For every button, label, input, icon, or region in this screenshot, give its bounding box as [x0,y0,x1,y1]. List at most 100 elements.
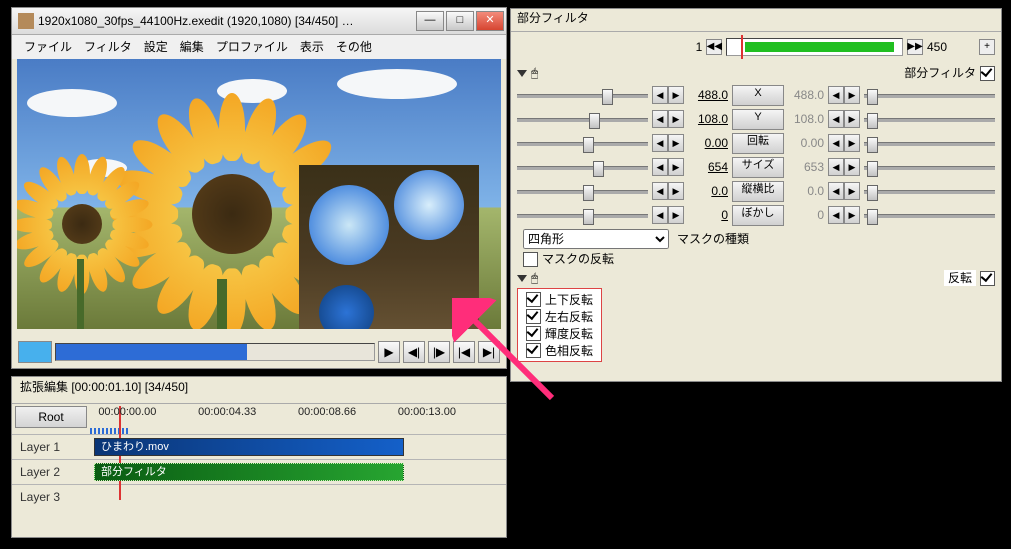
param-button[interactable]: Y [732,109,784,130]
layer-row-2: Layer 2 部分フィルタ [12,459,506,484]
nudge-right-icon[interactable]: ▶ [668,206,684,224]
clip-filter: 部分フィルタ [94,463,404,481]
minimize-button[interactable]: — [416,11,444,31]
slider-left[interactable] [517,86,648,104]
nudge-right-icon[interactable]: ▶ [844,158,860,176]
menu-file[interactable]: ファイル [20,40,76,54]
nudge-right-icon[interactable]: ▶ [668,182,684,200]
maximize-button[interactable]: □ [446,11,474,31]
check-ud[interactable] [526,292,541,307]
param-value2: 488.0 [788,88,824,102]
menu-view[interactable]: 表示 [296,40,328,54]
current-frame: 1 [696,40,703,54]
menu-settings[interactable]: 設定 [140,40,172,54]
layer-label[interactable]: Layer 2 [12,465,94,479]
nudge-right-icon[interactable]: ▶ [844,182,860,200]
frame-bar[interactable] [726,38,903,56]
close-button[interactable]: ✕ [476,11,504,31]
filter-enable-check[interactable] [980,66,995,81]
param-row-Y: ◀▶ 108.0 Y 108.0 ◀▶ [517,107,995,131]
nudge-left-icon[interactable]: ◀ [828,134,844,152]
mask-type-select[interactable]: 四角形 [523,229,669,249]
param-value[interactable]: 654 [688,160,728,174]
filter-title[interactable]: 部分フィルタ [511,9,1001,32]
param-row-X: ◀▶ 488.0 X 488.0 ◀▶ [517,83,995,107]
mask-type-label: マスクの種類 [677,232,749,246]
slider-right[interactable] [864,86,995,104]
layer-label[interactable]: Layer 1 [12,440,94,454]
slider-left[interactable] [517,110,648,128]
nudge-left-icon[interactable]: ◀ [828,182,844,200]
nudge-left-icon[interactable]: ◀ [828,110,844,128]
group2-label: 反転 [944,270,976,286]
param-value[interactable]: 0 [688,208,728,222]
filter-window: 部分フィルタ 1 ◀◀ ▶▶ 450 + 🖱 部分フィルタ ◀▶ 488.0 X… [510,8,1002,382]
group-label: 部分フィルタ [904,66,976,80]
nudge-left-icon[interactable]: ◀ [652,182,668,200]
param-button[interactable]: 縦横比 [732,181,784,202]
skip-back-icon[interactable]: |◀ [453,341,475,363]
mask-invert-label: マスクの反転 [542,252,614,266]
rewind-icon[interactable]: ◀◀ [706,39,722,55]
slider-right[interactable] [864,182,995,200]
play-icon[interactable]: ▶ [378,341,400,363]
nudge-left-icon[interactable]: ◀ [652,110,668,128]
nudge-left-icon[interactable]: ◀ [828,206,844,224]
slider-right[interactable] [864,110,995,128]
nudge-left-icon[interactable]: ◀ [828,158,844,176]
slider-left[interactable] [517,182,648,200]
invert-enable-check[interactable] [980,271,995,286]
nudge-right-icon[interactable]: ▶ [668,110,684,128]
param-value[interactable]: 0.0 [688,184,728,198]
nudge-left-icon[interactable]: ◀ [652,158,668,176]
nudge-right-icon[interactable]: ▶ [668,158,684,176]
menu-other[interactable]: その他 [332,40,376,54]
timeline-title[interactable]: 拡張編集 [00:00:01.10] [34/450] [12,377,506,404]
check-lum[interactable] [526,326,541,341]
check-hue[interactable] [526,343,541,358]
frame-marker[interactable] [18,341,52,363]
nudge-left-icon[interactable]: ◀ [652,206,668,224]
collapse-icon[interactable] [517,70,527,77]
layer-label[interactable]: Layer 3 [12,490,94,504]
collapse-icon[interactable] [517,275,527,282]
nudge-right-icon[interactable]: ▶ [844,206,860,224]
main-titlebar[interactable]: 1920x1080_30fps_44100Hz.exedit (1920,108… [12,8,506,35]
seek-bar[interactable] [55,343,375,361]
slider-left[interactable] [517,134,648,152]
menu-profile[interactable]: プロファイル [212,40,292,54]
nudge-right-icon[interactable]: ▶ [844,86,860,104]
ffwd-icon[interactable]: ▶▶ [907,39,923,55]
menu-filter[interactable]: フィルタ [80,40,136,54]
param-value[interactable]: 0.00 [688,136,728,150]
slider-left[interactable] [517,158,648,176]
total-frames: 450 [927,40,947,54]
menu-edit[interactable]: 編集 [176,40,208,54]
skip-fwd-icon[interactable]: ▶| [478,341,500,363]
nudge-left-icon[interactable]: ◀ [652,86,668,104]
slider-right[interactable] [864,134,995,152]
param-button[interactable]: 回転 [732,133,784,154]
slider-right[interactable] [864,206,995,224]
mask-invert-check[interactable] [523,252,538,267]
param-value[interactable]: 108.0 [688,112,728,126]
nudge-right-icon[interactable]: ▶ [844,110,860,128]
check-lr[interactable] [526,309,541,324]
slider-right[interactable] [864,158,995,176]
root-button[interactable]: Root [15,406,87,428]
nudge-left-icon[interactable]: ◀ [828,86,844,104]
slider-left[interactable] [517,206,648,224]
nudge-right-icon[interactable]: ▶ [844,134,860,152]
param-button[interactable]: サイズ [732,157,784,178]
nudge-left-icon[interactable]: ◀ [652,134,668,152]
step-fwd-icon[interactable]: |▶ [428,341,450,363]
param-button[interactable]: X [732,85,784,106]
nudge-right-icon[interactable]: ▶ [668,134,684,152]
param-button[interactable]: ぼかし [732,205,784,226]
time-ruler[interactable]: 00:00:00.00 00:00:04.33 00:00:08.66 00:0… [90,406,506,428]
param-value[interactable]: 488.0 [688,88,728,102]
transport-bar: ▶ ◀| |▶ |◀ ▶| [18,342,500,362]
add-frame-icon[interactable]: + [979,39,995,55]
nudge-right-icon[interactable]: ▶ [668,86,684,104]
step-back-icon[interactable]: ◀| [403,341,425,363]
